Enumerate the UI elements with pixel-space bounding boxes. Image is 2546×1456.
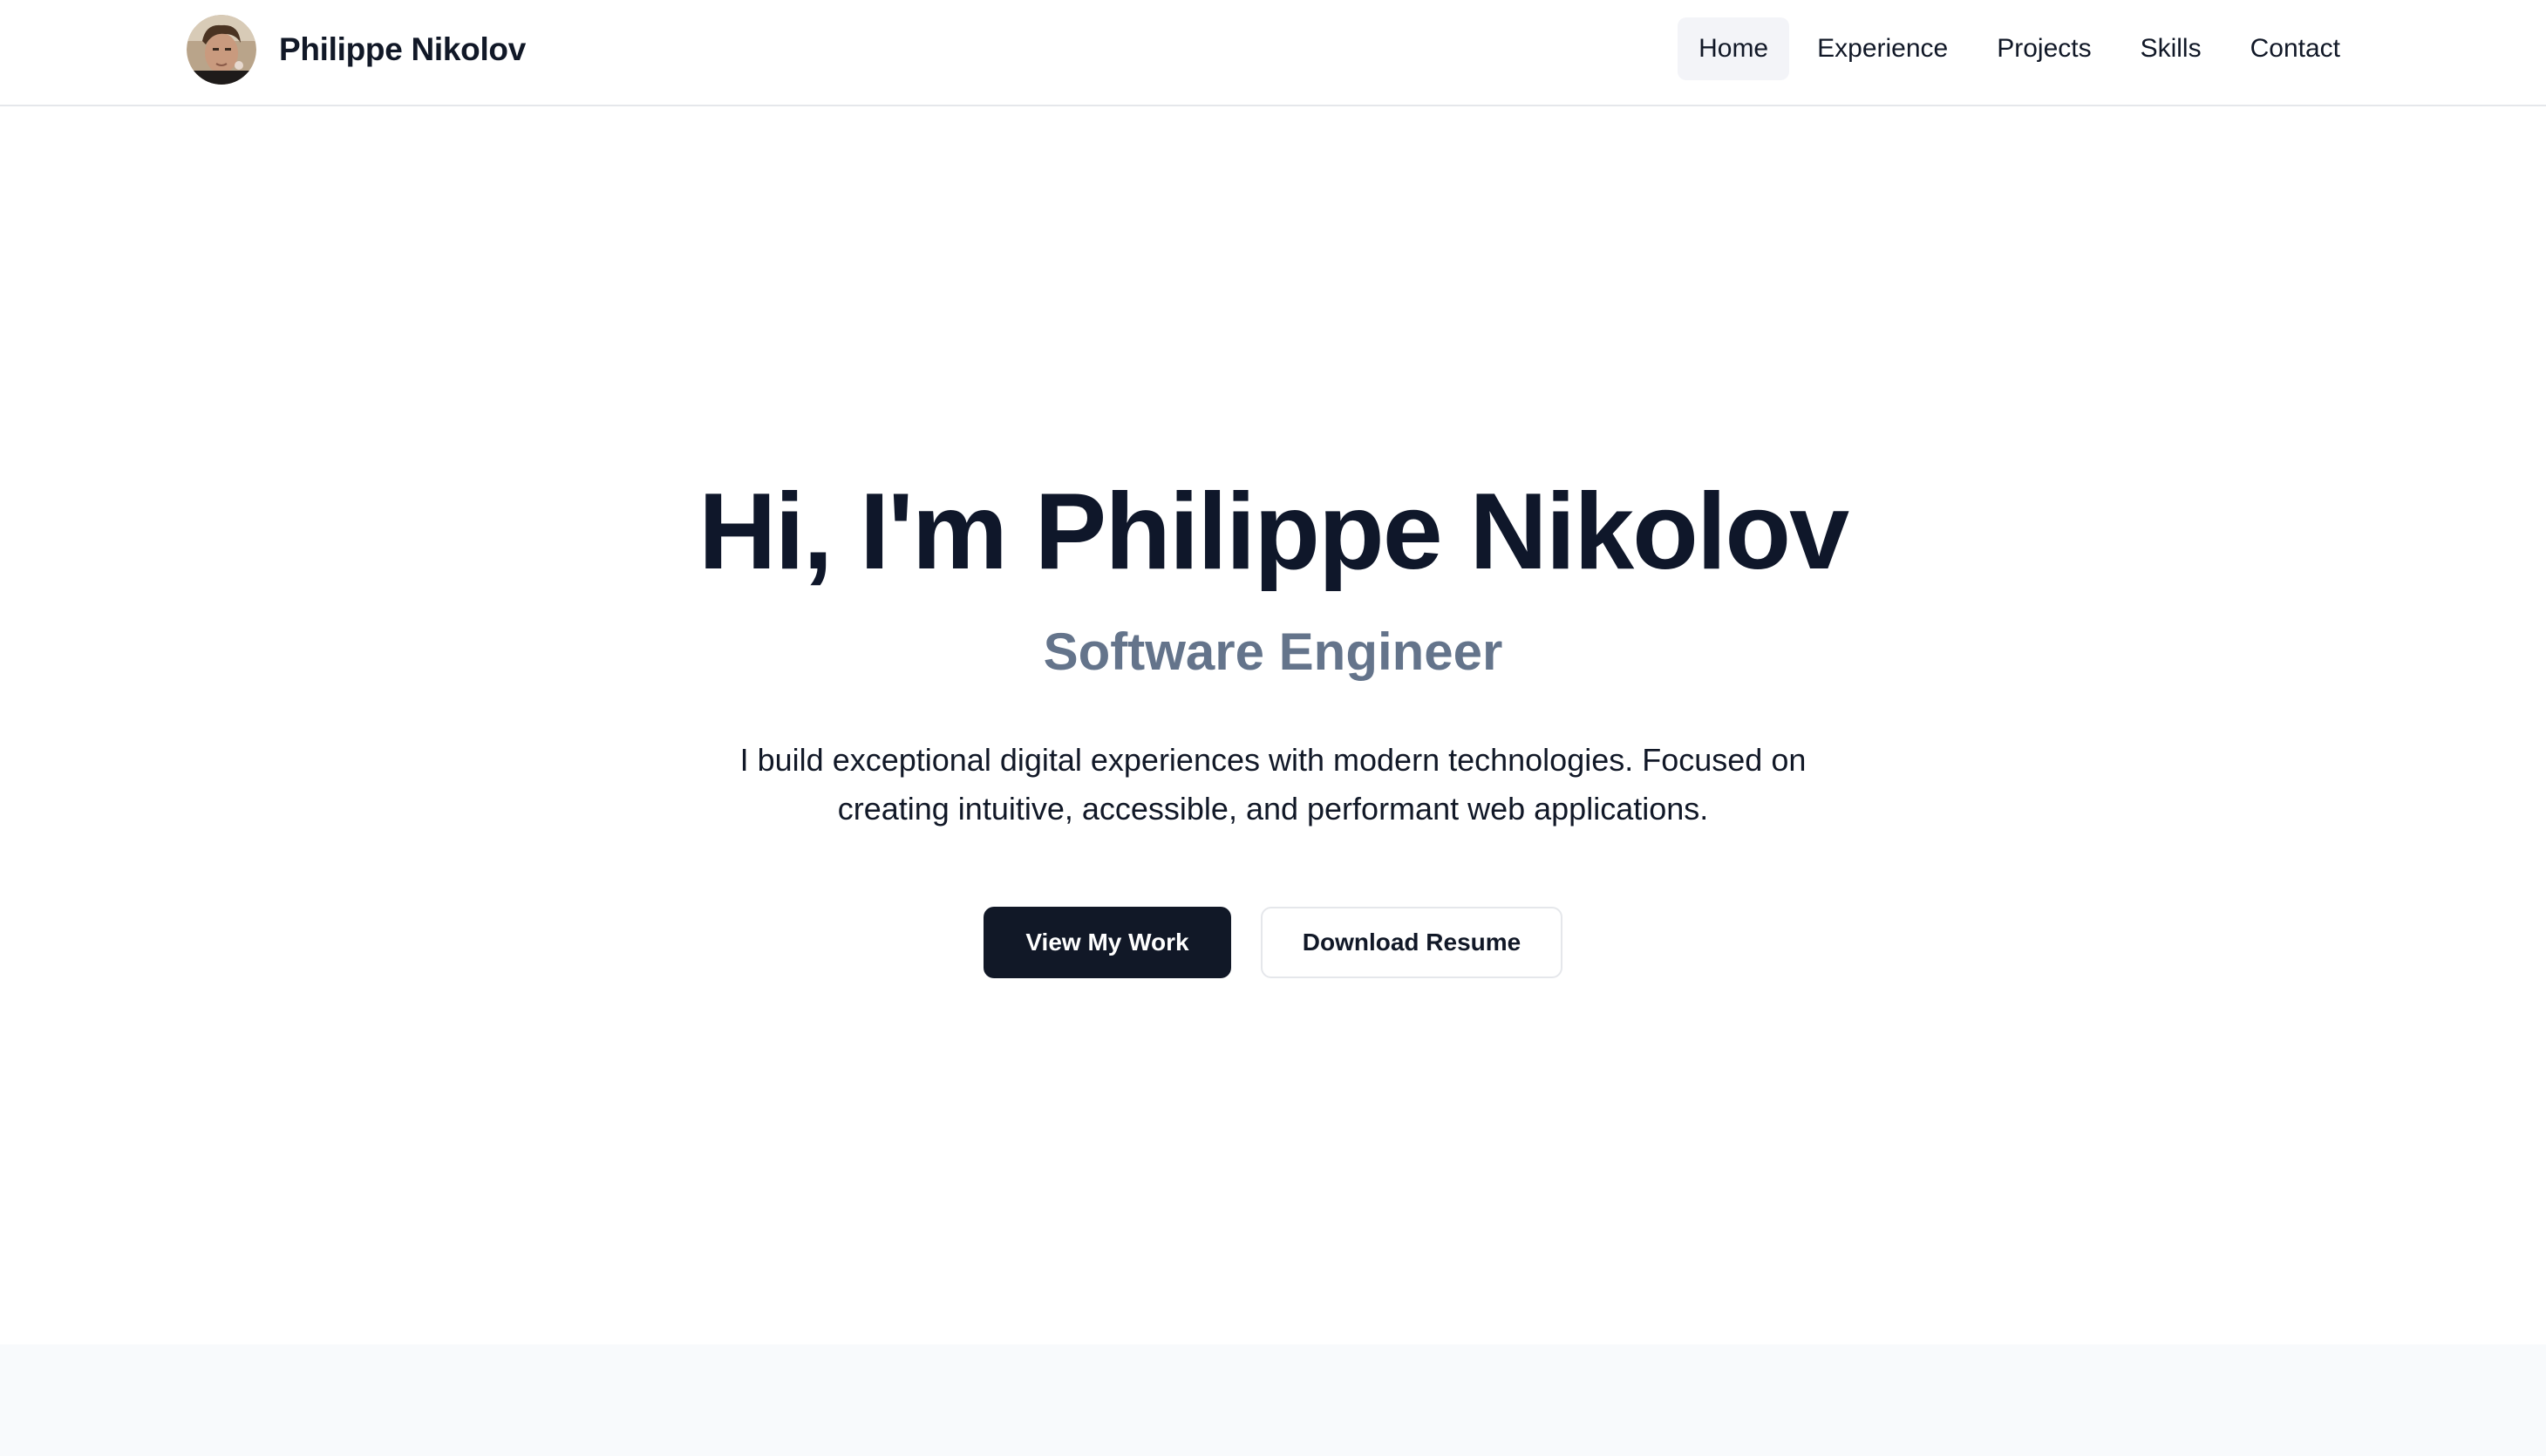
brand-name: Philippe Nikolov	[279, 31, 527, 67]
hero-description: I build exceptional digital experiences …	[739, 742, 1807, 827]
site-header: Philippe Nikolov Home Experience Project…	[0, 0, 2546, 106]
main-nav: Home Experience Projects Skills Contact	[1671, 17, 2361, 80]
nav-item-contact[interactable]: Contact	[2229, 17, 2361, 80]
nav-item-skills[interactable]: Skills	[2120, 17, 2223, 80]
avatar	[187, 15, 256, 85]
nav-item-experience[interactable]: Experience	[1796, 17, 1969, 80]
hero-subtitle: Software Engineer	[1043, 623, 1503, 681]
view-my-work-button[interactable]: View My Work	[984, 907, 1231, 978]
nav-item-home[interactable]: Home	[1678, 17, 1790, 80]
next-section	[0, 1344, 2546, 1456]
brand[interactable]: Philippe Nikolov	[187, 14, 526, 85]
nav-item-projects[interactable]: Projects	[1976, 17, 2112, 80]
hero-title: Hi, I'm Philippe Nikolov	[698, 472, 1849, 592]
hero-actions: View My Work Download Resume	[0, 907, 2546, 978]
download-resume-button[interactable]: Download Resume	[1261, 907, 1562, 978]
hero-section: Hi, I'm Philippe Nikolov Software Engine…	[0, 106, 2546, 1344]
